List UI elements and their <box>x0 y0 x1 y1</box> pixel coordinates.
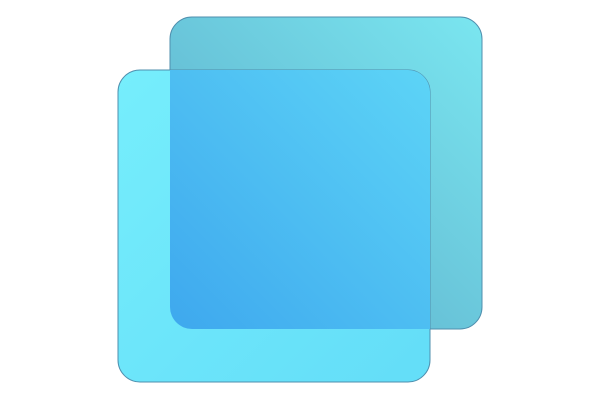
canvas <box>0 0 600 400</box>
overlapping-squares-icon <box>0 0 600 400</box>
